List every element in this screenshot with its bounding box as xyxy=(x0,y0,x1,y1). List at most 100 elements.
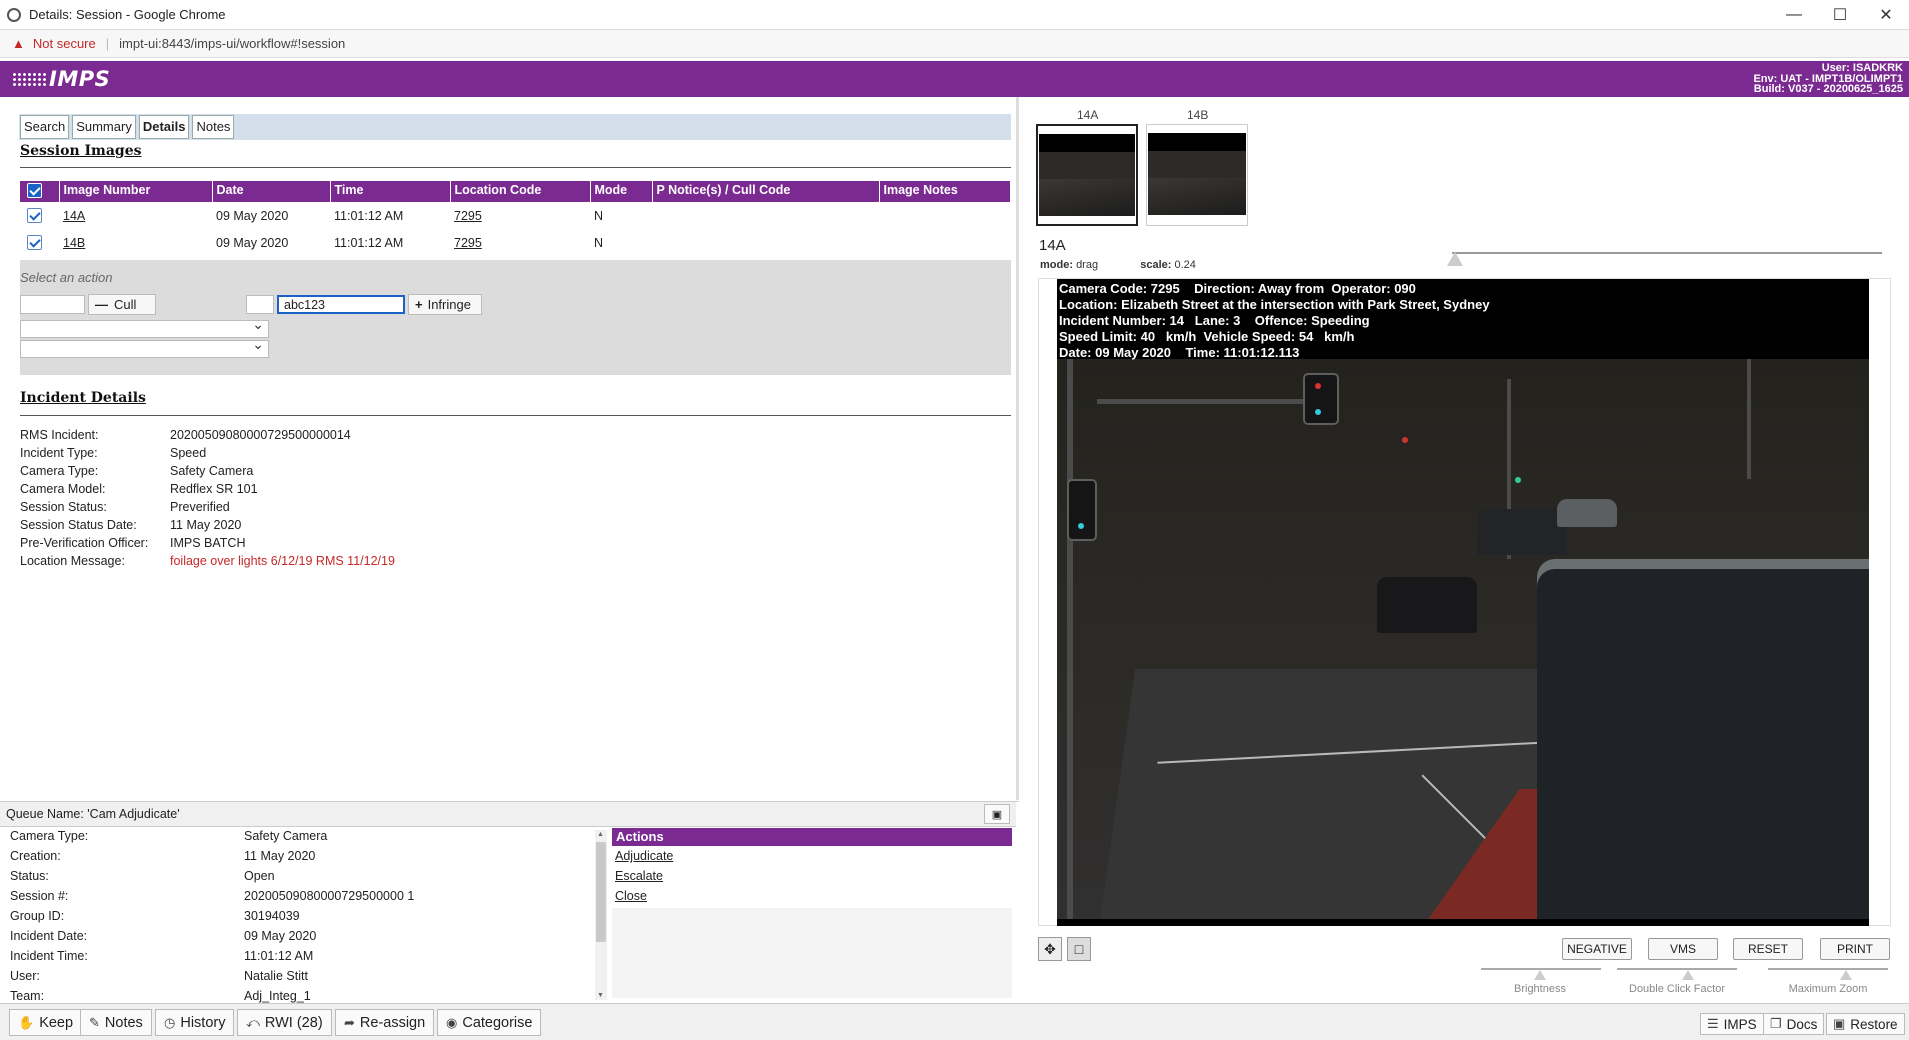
list-icon: ☰ xyxy=(1707,1016,1719,1031)
table-row[interactable]: 14B 09 May 2020 11:01:12 AM 7295 N xyxy=(20,229,1011,256)
warning-icon[interactable]: ▲ xyxy=(12,36,25,51)
tab-search[interactable]: Search xyxy=(20,115,70,139)
image-link[interactable]: 14A xyxy=(63,209,85,223)
share-icon: ⤺ xyxy=(246,1014,260,1030)
bottom-toolbar: ✋ Keep ✎ Notes ◷ History ⤺ RWI (28) ➦ Re-assi… xyxy=(0,1003,1909,1040)
reset-button[interactable]: RESET xyxy=(1733,938,1803,960)
url-text[interactable]: impt-ui:8443/imps-ui/workflow#!session xyxy=(119,36,345,51)
zoom-slider-handle[interactable] xyxy=(1447,252,1463,266)
infringe-code-input[interactable]: abc123 xyxy=(277,295,405,314)
cull-code-input[interactable] xyxy=(20,295,85,314)
address-bar[interactable]: ▲ Not secure | impt-ui:8443/imps-ui/work… xyxy=(0,30,1909,58)
col-header[interactable]: P Notice(s) / Cull Code xyxy=(652,181,880,202)
max-zoom-handle[interactable] xyxy=(1840,970,1852,980)
notes-button[interactable]: ✎ Notes xyxy=(80,1009,152,1036)
date-cell: 09 May 2020 xyxy=(216,235,289,250)
keep-button[interactable]: ✋ Keep xyxy=(9,1009,83,1036)
window-icon: ▣ xyxy=(1833,1016,1846,1031)
negative-button[interactable]: NEGATIVE xyxy=(1562,938,1632,960)
infringe-button-label: Infringe xyxy=(427,297,471,312)
user-info: User: ISADKRK xyxy=(1821,62,1903,74)
scroll-up-icon[interactable]: ▲ xyxy=(597,831,604,838)
row-checkbox[interactable] xyxy=(27,235,42,251)
restore-button[interactable]: ▣ Restore xyxy=(1826,1013,1905,1035)
vms-button[interactable]: VMS xyxy=(1648,938,1718,960)
thumbnail-14a[interactable] xyxy=(1036,124,1138,226)
notice-cell xyxy=(652,202,879,229)
minimize-button[interactable]: — xyxy=(1771,0,1817,30)
brightness-label: Brightness xyxy=(1514,983,1566,995)
thumb-label: 14A xyxy=(1077,108,1099,122)
left-panel: Search Summary Details Notes Session Ima… xyxy=(0,97,1019,800)
zoom-slider[interactable] xyxy=(1452,252,1882,254)
close-window-button[interactable]: ✕ xyxy=(1863,0,1909,30)
col-header[interactable]: Image Number xyxy=(59,181,213,202)
build-info: Build: V037 - 20200625_1625 xyxy=(1753,83,1903,95)
scroll-down-icon[interactable]: ▼ xyxy=(597,992,604,999)
plus-icon: + xyxy=(415,297,423,312)
location-link[interactable]: 7295 xyxy=(454,209,482,223)
scroll-thumb[interactable] xyxy=(596,842,606,942)
rwi-button[interactable]: ⤺ RWI (28) xyxy=(237,1009,332,1036)
col-header[interactable]: Mode xyxy=(590,181,653,202)
queue-scrollbar[interactable]: ▲ ▼ xyxy=(595,830,607,1000)
location-link[interactable]: 7295 xyxy=(454,236,482,250)
max-zoom-label: Maximum Zoom xyxy=(1788,983,1868,995)
expand-queue-icon[interactable]: ▣ xyxy=(984,804,1010,824)
pan-tool-icon[interactable]: ✥ xyxy=(1038,937,1062,961)
infringe-prefix-input[interactable] xyxy=(246,295,274,314)
action-select-2[interactable] xyxy=(20,336,269,358)
actions-header: Actions xyxy=(612,828,1012,846)
brightness-handle[interactable] xyxy=(1534,970,1546,980)
select-region-icon[interactable]: □ xyxy=(1067,937,1091,961)
docs-icon: ❐ xyxy=(1770,1016,1782,1031)
session-images-title: Session Images xyxy=(20,143,142,159)
select-all-cell[interactable] xyxy=(20,181,60,202)
infringe-button[interactable]: + Infringe xyxy=(408,294,482,315)
tab-notes[interactable]: Notes xyxy=(192,115,235,139)
table-header-row: Image Number Date Time Location Code Mod… xyxy=(20,181,1011,202)
action-select-1[interactable] xyxy=(20,316,269,338)
categorise-button[interactable]: ◉ Categorise xyxy=(437,1009,542,1036)
col-header[interactable]: Image Notes xyxy=(879,181,1011,202)
minus-icon: — xyxy=(95,297,108,312)
close-link[interactable]: Close xyxy=(615,889,1012,906)
table-row[interactable]: 14A 09 May 2020 11:01:12 AM 7295 N xyxy=(20,202,1011,229)
image-viewer[interactable]: BU Camera Code: 7295 Direction: Away fro… xyxy=(1038,278,1891,926)
cull-button[interactable]: — Cull xyxy=(88,294,156,315)
tab-details[interactable]: Details xyxy=(138,115,190,139)
image-link[interactable]: 14B xyxy=(63,236,85,250)
tab-summary[interactable]: Summary xyxy=(72,115,136,139)
imps-logo: IMPS xyxy=(12,67,110,91)
double-click-slider[interactable] xyxy=(1617,968,1737,970)
time-cell: 11:01:12 AM xyxy=(334,235,404,250)
not-secure-label[interactable]: Not secure xyxy=(33,36,96,51)
image-overlay-text: Camera Code: 7295 Direction: Away from O… xyxy=(1059,281,1490,360)
col-header[interactable]: Time xyxy=(330,181,451,202)
double-click-handle[interactable] xyxy=(1682,970,1694,980)
app-header: IMPS User: ISADKRK Env: UAT - IMPT1B/OLI… xyxy=(0,61,1909,97)
queue-name: Queue Name: 'Cam Adjudicate' xyxy=(6,807,180,821)
select-all-checkbox[interactable] xyxy=(27,183,42,199)
escalate-link[interactable]: Escalate xyxy=(615,869,1012,886)
reassign-button[interactable]: ➦ Re-assign xyxy=(335,1009,435,1036)
history-button[interactable]: ◷ History xyxy=(155,1009,235,1036)
imps-button[interactable]: ☰ IMPS xyxy=(1700,1013,1764,1035)
thumbnail-14b[interactable] xyxy=(1146,124,1248,226)
print-button[interactable]: PRINT xyxy=(1820,938,1890,960)
edit-icon: ✎ xyxy=(89,1014,100,1030)
col-header[interactable]: Date xyxy=(212,181,331,202)
browser-titlebar: Details: Session - Google Chrome — ☐ ✕ xyxy=(0,0,1909,30)
maximize-button[interactable]: ☐ xyxy=(1817,0,1863,30)
target-icon: ◉ xyxy=(446,1014,458,1030)
road-scene: BU xyxy=(1057,359,1869,926)
row-checkbox[interactable] xyxy=(27,208,42,224)
max-zoom-slider[interactable] xyxy=(1768,968,1888,970)
adjudicate-link[interactable]: Adjudicate xyxy=(615,849,1012,866)
hand-icon: ✋ xyxy=(18,1014,35,1030)
camera-image[interactable]: BU Camera Code: 7295 Direction: Away fro… xyxy=(1057,279,1869,926)
col-header[interactable]: Location Code xyxy=(450,181,591,202)
docs-button[interactable]: ❐ Docs xyxy=(1763,1013,1825,1035)
queue-header: Queue Name: 'Cam Adjudicate' ▣ xyxy=(0,802,1016,827)
notice-cell xyxy=(652,229,879,256)
